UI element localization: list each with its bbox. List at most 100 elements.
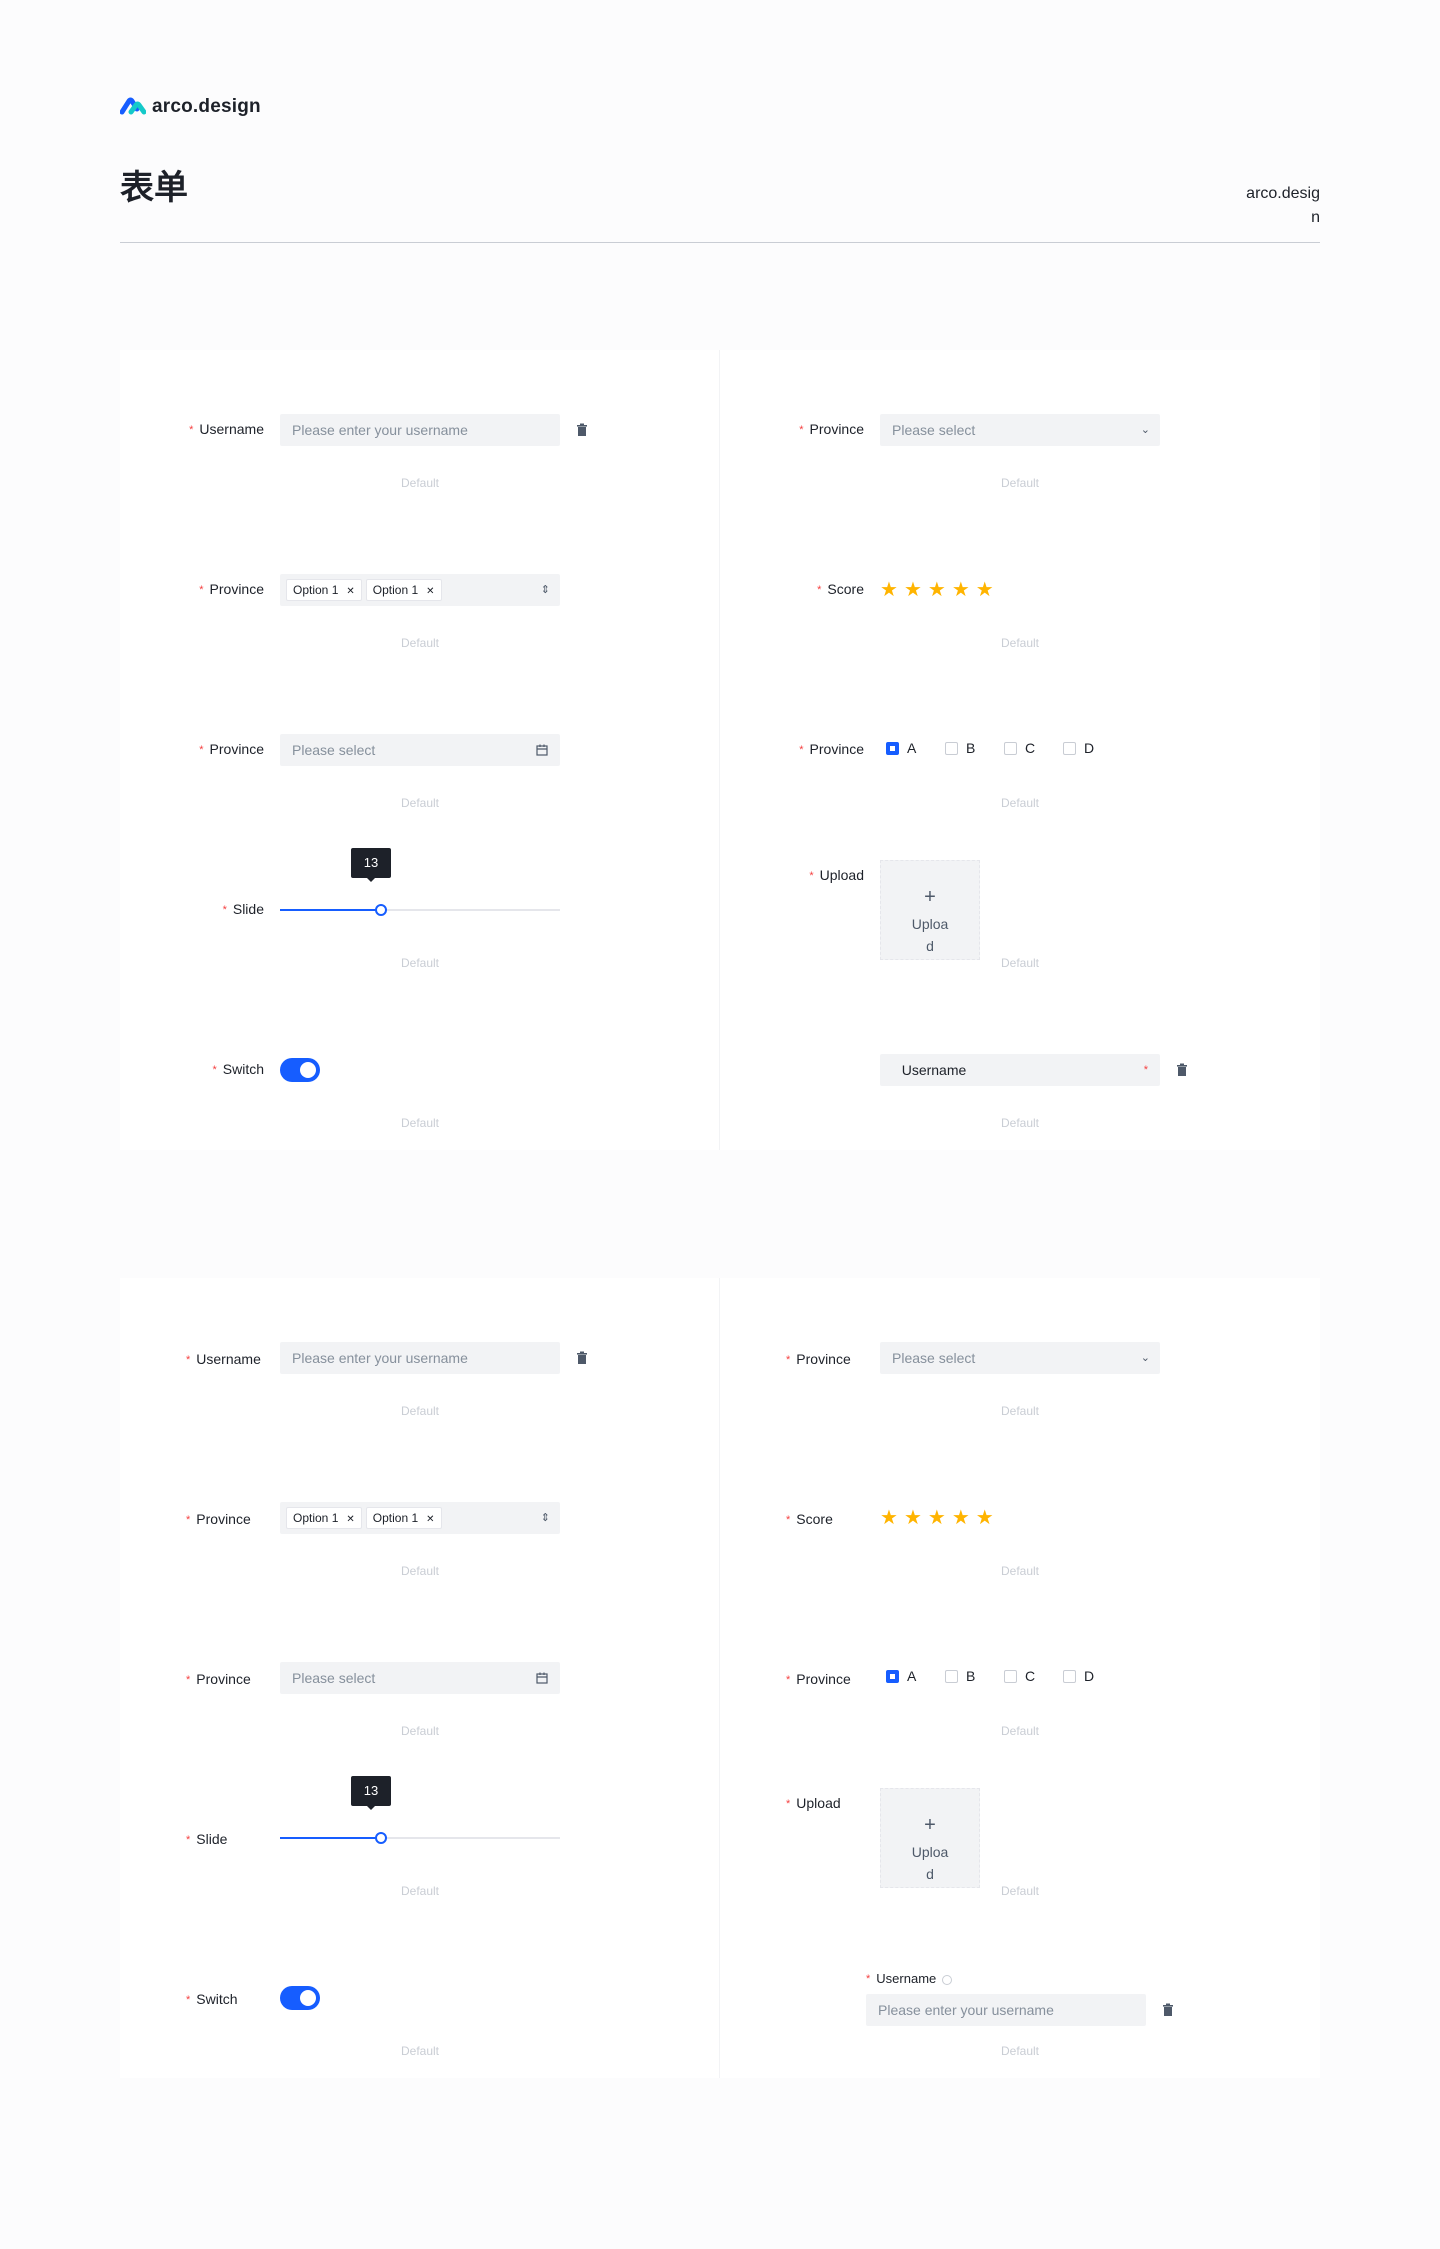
score-label: * Score [817,581,864,597]
calendar-icon [536,744,548,756]
tag-close-icon[interactable]: ✕ [426,1514,434,1525]
header-divider [120,242,1320,243]
star-icon[interactable]: ★ [952,1508,970,1528]
checkbox-box[interactable] [1004,1669,1017,1683]
upload-button[interactable]: + Upload [880,1788,980,1888]
toggle-switch[interactable] [280,1058,320,1082]
hint-text: Default [1000,1116,1040,1130]
toggle-switch[interactable] [280,1986,320,2010]
checkbox-box[interactable] [886,741,899,755]
upload-label: * Upload [786,1795,841,1811]
logo[interactable]: arco.design [120,96,261,118]
star-icon[interactable]: ★ [928,580,946,600]
calendar-icon [536,1672,548,1684]
column-divider [719,1278,720,2078]
star-icon[interactable]: ★ [904,580,922,600]
star-icon[interactable]: ★ [952,580,970,600]
form-panel-wide: * Username Please enter your username Def… [120,1278,1320,2078]
checkbox-d[interactable]: D [1063,740,1122,756]
username-input[interactable]: Please enter your username [866,1994,1146,2026]
delete-icon[interactable] [575,423,589,437]
hint-text: Default [1000,476,1040,490]
rating[interactable]: ★ ★ ★ ★ ★ [880,580,994,600]
delete-icon[interactable] [575,1351,589,1365]
multi-select[interactable]: Option 1 ✕ Option 1 ✕ ⇕ [280,574,560,606]
chevron-down-icon: ⌄ [1140,1352,1150,1364]
checkbox-group: A B C D [886,1668,1122,1684]
delete-icon[interactable] [1175,1063,1189,1077]
province-label: * Province [786,1671,851,1687]
province-label: * Province [786,1351,851,1367]
slider[interactable]: 13 [280,848,560,926]
hint-text: Default [1000,956,1040,970]
switch-knob [300,1062,316,1078]
form-panel-compact: * Username Please enter your username Def… [120,350,1320,1150]
multi-select[interactable]: Option 1 ✕ Option 1 ✕ ⇕ [280,1502,560,1534]
username-input[interactable]: Please enter your username [280,1342,560,1374]
date-picker[interactable]: Please select [280,734,560,766]
checkbox-c[interactable]: C [1004,1668,1063,1684]
checkbox-b[interactable]: B [945,740,1004,756]
brand-link[interactable]: arco.design [1240,182,1320,230]
hint-text: Default [1000,1724,1040,1738]
checkbox-a[interactable]: A [886,1668,945,1684]
star-icon[interactable]: ★ [904,1508,922,1528]
tag: Option 1 ✕ [286,579,362,601]
checkbox-box[interactable] [1004,741,1017,755]
slider[interactable]: 13 [280,1776,560,1854]
checkbox-box[interactable] [886,1669,899,1683]
checkbox-d[interactable]: D [1063,1668,1122,1684]
hint-text: Default [400,1724,440,1738]
hint-text: Default [400,476,440,490]
page-title: 表单 [120,169,188,207]
star-icon[interactable]: ★ [880,580,898,600]
checkbox-box[interactable] [945,1669,958,1683]
info-icon[interactable] [942,1974,953,1985]
sort-icon: ⇕ [540,584,550,596]
chevron-down-icon: ⌄ [1140,424,1150,436]
hint-text: Default [400,2044,440,2058]
checkbox-box[interactable] [1063,1669,1076,1683]
hint-text: Default [400,1564,440,1578]
arco-logo-icon [120,97,146,115]
star-icon[interactable]: ★ [880,1508,898,1528]
tag: Option 1 ✕ [286,1507,362,1529]
hint-text: Default [400,636,440,650]
checkbox-c[interactable]: C [1004,740,1063,756]
logo-text: arco.design [152,96,261,117]
username-label: * Username [186,1351,261,1367]
slider-tooltip: 13 [351,848,391,882]
checkbox-box[interactable] [945,741,958,755]
plus-icon: + [924,886,936,908]
username-label: * Username [189,421,264,437]
upload-label: * Upload [809,867,864,883]
tag-close-icon[interactable]: ✕ [346,586,354,597]
rating[interactable]: ★ ★ ★ ★ ★ [880,1508,994,1528]
username-inline-input[interactable]: Username * [880,1054,1160,1086]
tag-close-icon[interactable]: ✕ [346,1514,354,1525]
province-label: * Province [799,741,864,757]
username-input[interactable]: Please enter your username [280,414,560,446]
slider-handle[interactable] [375,904,387,916]
hint-text: Default [400,1116,440,1130]
tag-close-icon[interactable]: ✕ [426,586,434,597]
star-icon[interactable]: ★ [976,1508,994,1528]
checkbox-b[interactable]: B [945,1668,1004,1684]
province-select[interactable]: Please select ⌄ [880,1342,1160,1374]
star-icon[interactable]: ★ [928,1508,946,1528]
slider-fill [280,1837,381,1839]
upload-button[interactable]: + Upload [880,860,980,960]
checkbox-a[interactable]: A [886,740,945,756]
score-label: * Score [786,1511,833,1527]
slider-handle[interactable] [375,1832,387,1844]
province-label: * Province [186,1511,251,1527]
province-select[interactable]: Please select ⌄ [880,414,1160,446]
checkbox-box[interactable] [1063,741,1076,755]
hint-text: Default [400,796,440,810]
checkbox-group: A B C D [886,740,1122,756]
hint-text: Default [1000,1884,1040,1898]
date-picker[interactable]: Please select [280,1662,560,1694]
province-label: * Province [186,1671,251,1687]
star-icon[interactable]: ★ [976,580,994,600]
delete-icon[interactable] [1161,2003,1175,2017]
